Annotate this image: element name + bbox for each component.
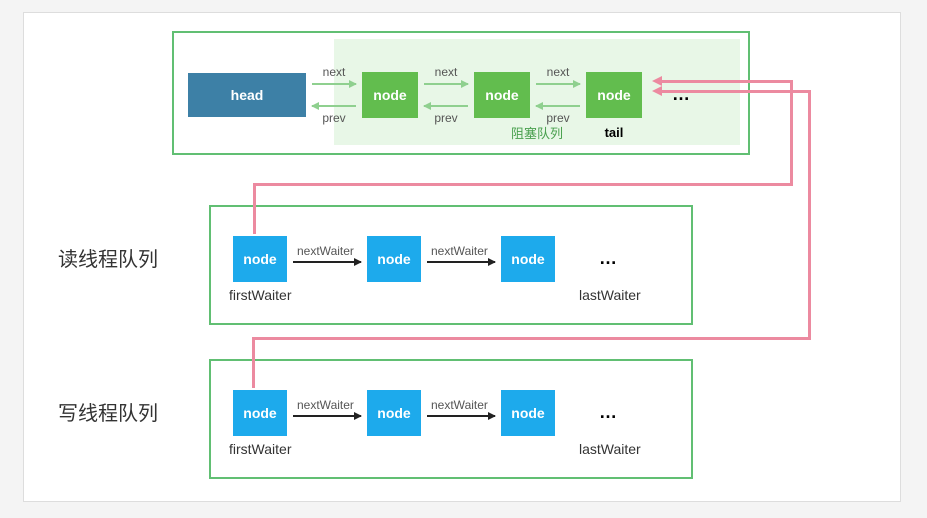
next-label: next (312, 65, 356, 79)
read-queue-title: 读线程队列 (58, 243, 158, 272)
next-waiter-label: nextWaiter (297, 398, 354, 412)
arrow-next-icon (424, 83, 468, 85)
arrow-next-waiter-icon (427, 415, 495, 417)
next-waiter-label: nextWaiter (297, 244, 354, 258)
read-queue-panel: node firstWaiter nextWaiter node nextWai… (209, 205, 693, 325)
ellipsis-icon: … (599, 248, 617, 269)
arrow-next-icon (312, 83, 356, 85)
prev-label: prev (312, 111, 356, 125)
head-node: head (188, 73, 306, 117)
tail-node: node (586, 72, 642, 118)
next-label: next (536, 65, 580, 79)
arrow-next-waiter-icon (293, 415, 361, 417)
write-node: node (367, 390, 421, 436)
read-node: node (501, 236, 555, 282)
read-node: node (367, 236, 421, 282)
queue-node: node (362, 72, 418, 118)
ellipsis-icon: … (599, 402, 617, 423)
next-waiter-label: nextWaiter (431, 398, 488, 412)
first-waiter-label: firstWaiter (229, 287, 291, 303)
prev-label: prev (536, 111, 580, 125)
write-node: node (233, 390, 287, 436)
write-node: node (501, 390, 555, 436)
queue-node: node (474, 72, 530, 118)
last-waiter-label: lastWaiter (579, 287, 641, 303)
read-node: node (233, 236, 287, 282)
write-queue-panel: node firstWaiter nextWaiter node nextWai… (209, 359, 693, 479)
arrow-prev-icon (424, 105, 468, 107)
arrow-prev-icon (312, 105, 356, 107)
blocking-queue-panel: 阻塞队列 head next prev node next prev node … (172, 31, 750, 155)
write-queue-title: 写线程队列 (58, 397, 158, 426)
last-waiter-label: lastWaiter (579, 441, 641, 457)
ellipsis-icon: … (672, 84, 690, 105)
diagram-canvas: 阻塞队列 head next prev node next prev node … (23, 12, 901, 502)
arrow-prev-icon (536, 105, 580, 107)
arrow-next-icon (536, 83, 580, 85)
blocking-queue-label: 阻塞队列 (334, 123, 740, 142)
arrow-next-waiter-icon (293, 261, 361, 263)
arrow-next-waiter-icon (427, 261, 495, 263)
prev-label: prev (424, 111, 468, 125)
tail-label: tail (586, 125, 642, 140)
next-waiter-label: nextWaiter (431, 244, 488, 258)
next-label: next (424, 65, 468, 79)
first-waiter-label: firstWaiter (229, 441, 291, 457)
